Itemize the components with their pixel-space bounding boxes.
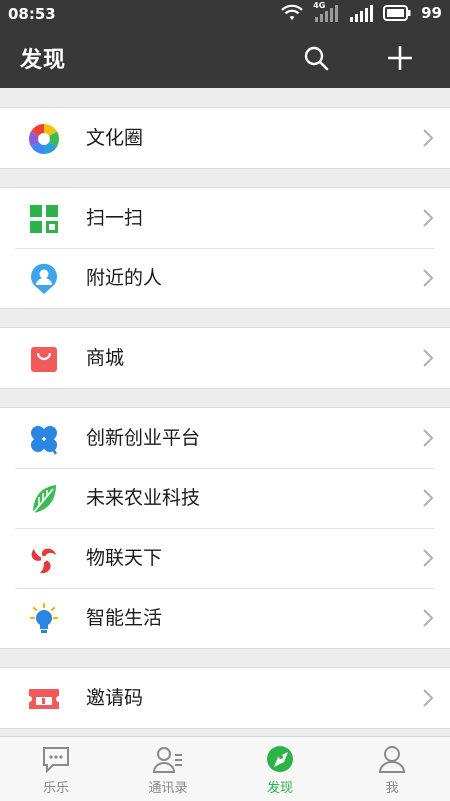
chevron-right-icon (423, 549, 434, 567)
chevron-right-icon (423, 689, 434, 707)
wifi-icon (281, 4, 303, 20)
chevron-right-icon (423, 129, 434, 147)
chevron-right-icon (423, 209, 434, 227)
battery-icon (383, 5, 411, 21)
menu-item-label: 邀请码 (86, 687, 144, 709)
leaf-icon (28, 483, 60, 515)
section-culture: 文化圈 (0, 107, 450, 169)
status-time: 08:53 (8, 5, 56, 23)
status-icons: 4G 99 (281, 1, 442, 22)
shopping-bag-icon (28, 343, 60, 375)
ticket-icon (28, 683, 60, 715)
menu-item-label: 未来农业科技 (86, 487, 201, 509)
menu-item-label: 物联天下 (86, 547, 163, 569)
network-signal: 4G (313, 1, 339, 22)
menu-item-innovation-platform[interactable]: 创新创业平台 (0, 408, 450, 468)
chat-bubble-icon (43, 747, 69, 773)
chevron-right-icon (423, 609, 434, 627)
qr-scan-icon (28, 203, 60, 235)
section-scan-nearby: 扫一扫 附近的人 (0, 187, 450, 309)
cellular-signal-icon (350, 5, 374, 22)
tab-contacts[interactable]: 通讯录 (112, 737, 224, 801)
search-icon (304, 46, 329, 71)
compass-icon (267, 746, 293, 772)
aperture-icon (28, 123, 60, 155)
search-button[interactable] (298, 40, 334, 76)
menu-item-label: 扫一扫 (86, 207, 144, 229)
menu-item-iot[interactable]: 物联天下 (0, 528, 450, 588)
section-shop: 商城 (0, 327, 450, 389)
menu-item-label: 智能生活 (86, 607, 163, 629)
page-title: 发现 (20, 48, 67, 73)
tab-label: 我 (385, 781, 399, 796)
menu-item-scan[interactable]: 扫一扫 (0, 188, 450, 248)
tab-lele[interactable]: 乐乐 (0, 737, 112, 801)
menu-item-smart-life[interactable]: 智能生活 (0, 588, 450, 648)
menu-item-label: 商城 (86, 347, 125, 369)
add-button[interactable] (382, 40, 418, 76)
chevron-right-icon (423, 429, 434, 447)
battery-percent: 99 (421, 4, 442, 22)
chevron-right-icon (423, 349, 434, 367)
person-icon (378, 746, 406, 773)
tab-me[interactable]: 我 (336, 737, 448, 801)
location-person-icon (28, 263, 60, 295)
tab-label: 通讯录 (148, 781, 188, 796)
signal-bars-icon (315, 5, 339, 22)
menu-item-culture-circle[interactable]: 文化圈 (0, 108, 450, 168)
menu-item-invite-code[interactable]: 邀请码 (0, 668, 450, 728)
app-bar: 发现 (0, 28, 450, 88)
menu-item-nearby-people[interactable]: 附近的人 (0, 248, 450, 308)
section-platforms: 创新创业平台 未来农业科技 物联天下 智能生活 (0, 407, 450, 649)
menu-item-label: 创新创业平台 (86, 427, 201, 449)
section-invite: 邀请码 (0, 667, 450, 729)
bottom-tab-bar: 乐乐 通讯录 发现 我 (0, 736, 450, 801)
plus-icon (388, 46, 412, 70)
status-bar: 08:53 4G 99 (0, 0, 450, 28)
menu-item-shop[interactable]: 商城 (0, 328, 450, 388)
tab-label: 发现 (266, 781, 293, 796)
menu-item-label: 文化圈 (86, 127, 144, 149)
tab-discover[interactable]: 发现 (224, 737, 336, 801)
tab-label: 乐乐 (42, 781, 69, 796)
contacts-icon (153, 747, 182, 773)
swirl-icon (28, 543, 60, 575)
lightbulb-icon (28, 603, 60, 635)
menu-item-future-agriculture[interactable]: 未来农业科技 (0, 468, 450, 528)
menu-item-label: 附近的人 (86, 267, 163, 289)
chevron-right-icon (423, 489, 434, 507)
clover-icon (28, 423, 60, 455)
chevron-right-icon (423, 269, 434, 287)
